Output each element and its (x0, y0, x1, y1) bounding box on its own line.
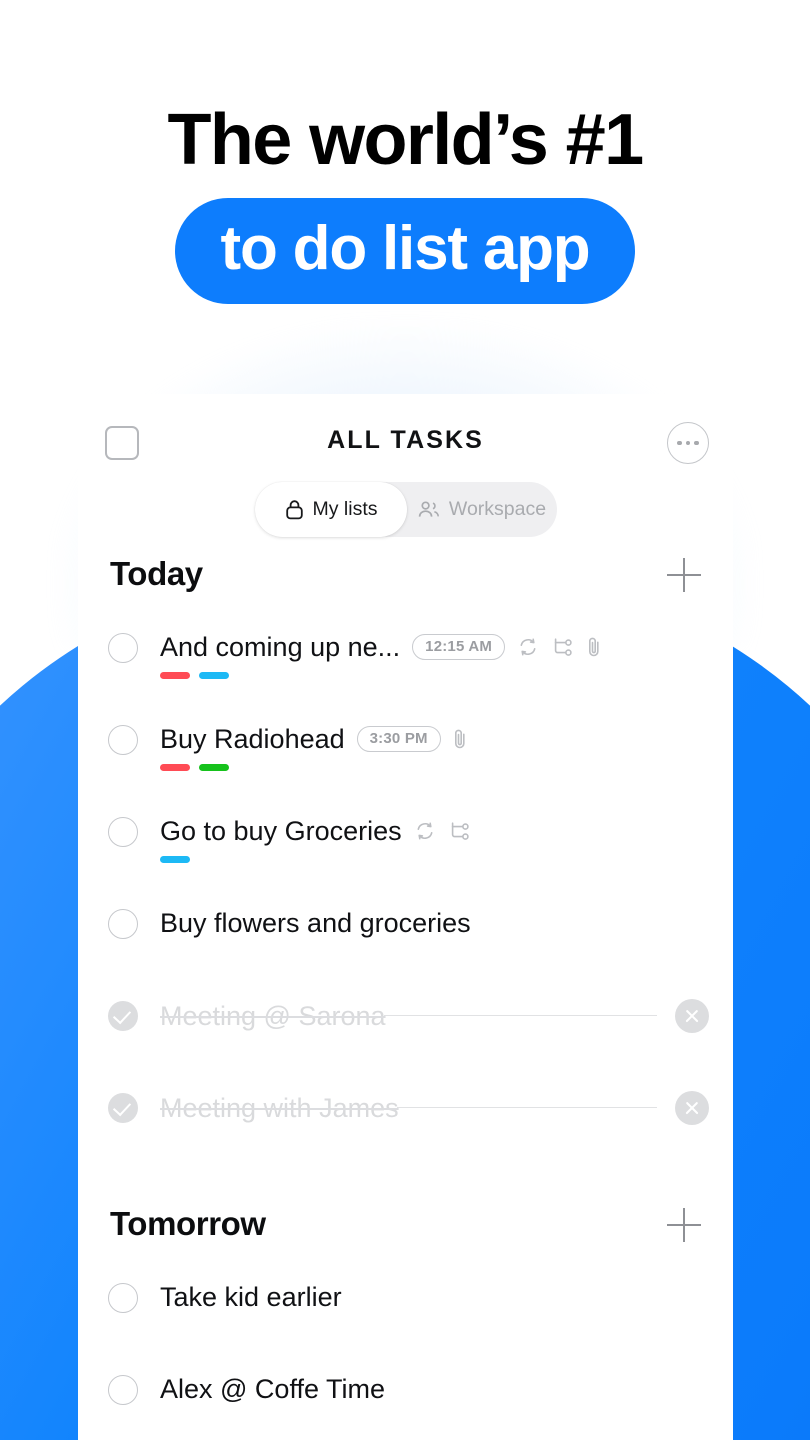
task-tags (160, 856, 709, 863)
task-title: Alex @ Coffe Time (160, 1374, 385, 1404)
repeat-icon (517, 636, 539, 658)
task-title: Meeting @ Sarona (160, 1000, 386, 1031)
task-content: Meeting with James (160, 1090, 709, 1125)
strikethrough-rule (383, 1014, 657, 1017)
attachment-icon (453, 727, 467, 751)
task-tag (160, 856, 190, 863)
task-row-completed[interactable]: Meeting @ Sarona (78, 998, 733, 1090)
task-checkbox[interactable] (108, 725, 138, 755)
task-row-completed[interactable]: Meeting with James (78, 1090, 733, 1182)
task-checkbox-checked[interactable] (108, 1001, 138, 1031)
task-time-badge[interactable]: 12:15 AM (412, 634, 506, 660)
task-title: Take kid earlier (160, 1282, 342, 1312)
task-row[interactable]: Take kid earlier (78, 1280, 733, 1372)
headline-pill: to do list app (174, 198, 636, 304)
people-icon (418, 500, 440, 519)
section-title: Today (110, 555, 203, 592)
section-title: Tomorrow (110, 1205, 266, 1242)
task-time-badge[interactable]: 3:30 PM (356, 726, 441, 752)
task-tags (160, 672, 709, 679)
section-header-today: Today (110, 552, 701, 608)
task-content: Take kid earlier (160, 1280, 709, 1314)
section-header-tomorrow: Tomorrow (110, 1202, 701, 1258)
add-task-button-tomorrow[interactable] (667, 1208, 701, 1242)
task-content: Buy Radiohead 3:30 PM (160, 722, 709, 771)
delete-task-icon[interactable] (675, 1091, 709, 1125)
lock-icon (285, 499, 304, 520)
list-scope-segmented-control[interactable]: My lists Workspace (255, 482, 557, 537)
task-tag (199, 764, 229, 771)
tab-workspace-label: Workspace (448, 498, 547, 520)
subtask-icon (449, 820, 471, 842)
ellipsis-icon[interactable] (667, 422, 709, 464)
task-tag (199, 672, 229, 679)
task-content: And coming up ne... 12:15 AM (160, 630, 709, 679)
subtask-icon (552, 636, 574, 658)
tab-my-lists-label: My lists (312, 498, 378, 520)
page-title: ALL TASKS (327, 426, 484, 454)
task-row[interactable]: Go to buy Groceries (78, 814, 733, 906)
delete-task-icon[interactable] (675, 999, 709, 1033)
headline-block: The world’s #1 to do list app (0, 96, 810, 304)
attachment-icon (587, 635, 601, 659)
task-checkbox[interactable] (108, 1375, 138, 1405)
task-checkbox[interactable] (108, 817, 138, 847)
task-title: Buy flowers and groceries (160, 908, 471, 938)
tab-my-lists[interactable]: My lists (255, 482, 407, 537)
headline-line-1: The world’s #1 (167, 100, 644, 180)
repeat-icon (414, 820, 436, 842)
task-content: Buy flowers and groceries (160, 906, 709, 940)
headline-pill-wrap: to do list app (0, 198, 810, 304)
task-title: And coming up ne... (160, 632, 401, 662)
task-tags (160, 764, 709, 771)
task-row[interactable]: And coming up ne... 12:15 AM (78, 630, 733, 722)
task-row[interactable]: Alex @ Coffe Time (78, 1372, 733, 1440)
task-row[interactable]: Buy Radiohead 3:30 PM (78, 722, 733, 814)
phone-card: ALL TASKS My lists Workspace Today And c… (78, 394, 733, 1440)
task-checkbox[interactable] (108, 1283, 138, 1313)
tab-workspace[interactable]: Workspace (407, 482, 557, 537)
promo-screenshot: The world’s #1 to do list app ALL TASKS (0, 0, 810, 1440)
task-tag (160, 764, 190, 771)
task-title: Buy Radiohead (160, 724, 345, 754)
task-tag (160, 672, 190, 679)
task-content: Alex @ Coffe Time (160, 1372, 709, 1406)
task-row[interactable]: Buy flowers and groceries (78, 906, 733, 998)
task-checkbox-checked[interactable] (108, 1093, 138, 1123)
task-content: Go to buy Groceries (160, 814, 709, 863)
task-title: Go to buy Groceries (160, 816, 402, 846)
task-checkbox[interactable] (108, 909, 138, 939)
task-content: Meeting @ Sarona (160, 998, 709, 1033)
strikethrough-rule (396, 1106, 657, 1109)
add-task-button-today[interactable] (667, 558, 701, 592)
task-checkbox[interactable] (108, 633, 138, 663)
app-header: ALL TASKS (78, 394, 733, 486)
task-title: Meeting with James (160, 1092, 399, 1123)
